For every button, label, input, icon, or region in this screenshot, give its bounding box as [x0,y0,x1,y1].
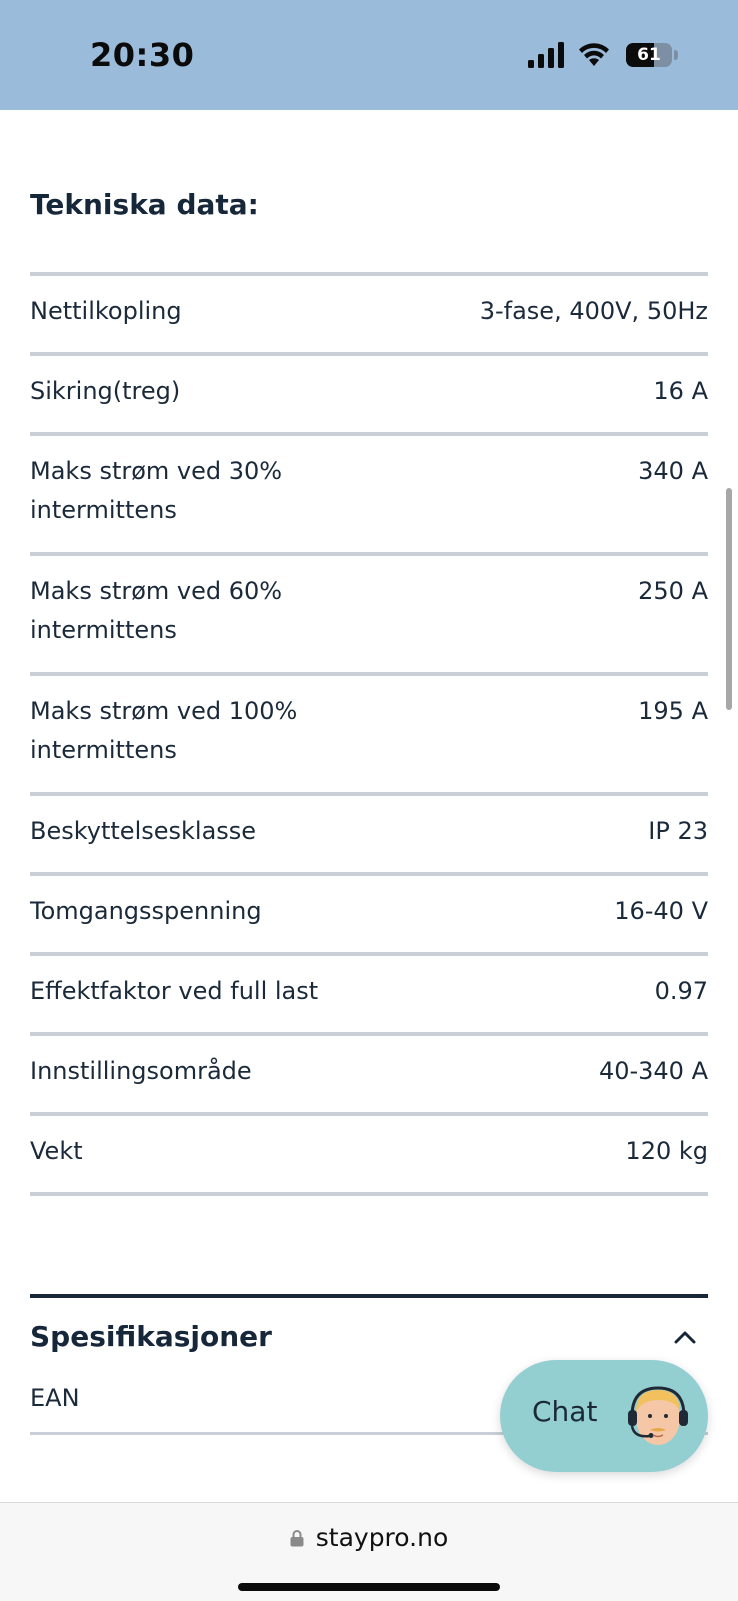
spec-label: Sikring(treg) [30,377,181,405]
battery-percent: 61 [637,45,661,65]
spec-label: Innstillingsområde [30,1057,252,1085]
url-display[interactable]: staypro.no [0,1523,738,1552]
wifi-icon [579,43,609,66]
scrollbar[interactable] [726,488,732,710]
spec-label: Effektfaktor ved full last [30,977,319,1005]
specifications-title: Spesifikasjoner [30,1320,272,1353]
spec-value: 40-340 A [598,1057,708,1085]
spec-label: Maks strøm ved 100% intermittens [30,697,298,764]
spec-row-max-current-60: Maks strøm ved 60% intermittens 250 A [30,552,708,672]
battery-icon: 61 [626,43,672,67]
home-indicator[interactable] [238,1583,500,1591]
battery-cap [674,50,678,60]
spec-label: Nettilkopling [30,297,182,325]
spec-row-weight: Vekt 120 kg [30,1112,708,1196]
ean-label: EAN [30,1384,80,1412]
support-agent-icon [624,1382,692,1450]
spec-row-power-factor: Effektfaktor ved full last 0.97 [30,952,708,1032]
spec-value: 16 A [653,377,708,405]
spec-row-max-current-30: Maks strøm ved 30% intermittens 340 A [30,432,708,552]
spec-row-protection-class: Beskyttelsesklasse IP 23 [30,792,708,872]
spec-row-max-current-100: Maks strøm ved 100% intermittens 195 A [30,672,708,792]
spec-label: Maks strøm ved 30% intermittens [30,457,283,524]
spec-row-open-circuit-voltage: Tomgangsspenning 16-40 V [30,872,708,952]
spec-row-setting-range: Innstillingsområde 40-340 A [30,1032,708,1112]
spec-value: 250 A [638,577,708,605]
spec-value: IP 23 [648,817,708,845]
spec-value: 195 A [638,697,708,725]
spec-label: Tomgangsspenning [30,897,262,925]
spec-row-sikring: Sikring(treg) 16 A [30,352,708,432]
spec-value: 0.97 [654,977,708,1005]
spec-label: Maks strøm ved 60% intermittens [30,577,283,644]
spec-value: 340 A [638,457,708,485]
spec-row-nettilkopling: Nettilkopling 3-fase, 400V, 50Hz [30,272,708,352]
technical-data-table: Nettilkopling 3-fase, 400V, 50Hz Sikring… [30,272,708,1196]
cellular-signal-icon [528,42,564,68]
spec-value: 120 kg [625,1137,708,1165]
status-time: 20:30 [90,36,195,74]
browser-address-bar[interactable]: staypro.no [0,1502,738,1601]
chat-button[interactable]: Chat [500,1360,708,1472]
technical-data-title: Tekniska data: [30,188,259,221]
spec-value: 3-fase, 400V, 50Hz [479,297,708,325]
chat-label: Chat [532,1395,598,1428]
spec-label: Vekt [30,1137,83,1165]
lock-icon [290,1530,304,1547]
status-bar: 20:30 61 [0,0,738,110]
spec-value: 16-40 V [614,897,708,925]
chevron-up-icon[interactable] [674,1326,696,1348]
url-text: staypro.no [315,1523,449,1552]
spec-label: Beskyttelsesklasse [30,817,257,845]
